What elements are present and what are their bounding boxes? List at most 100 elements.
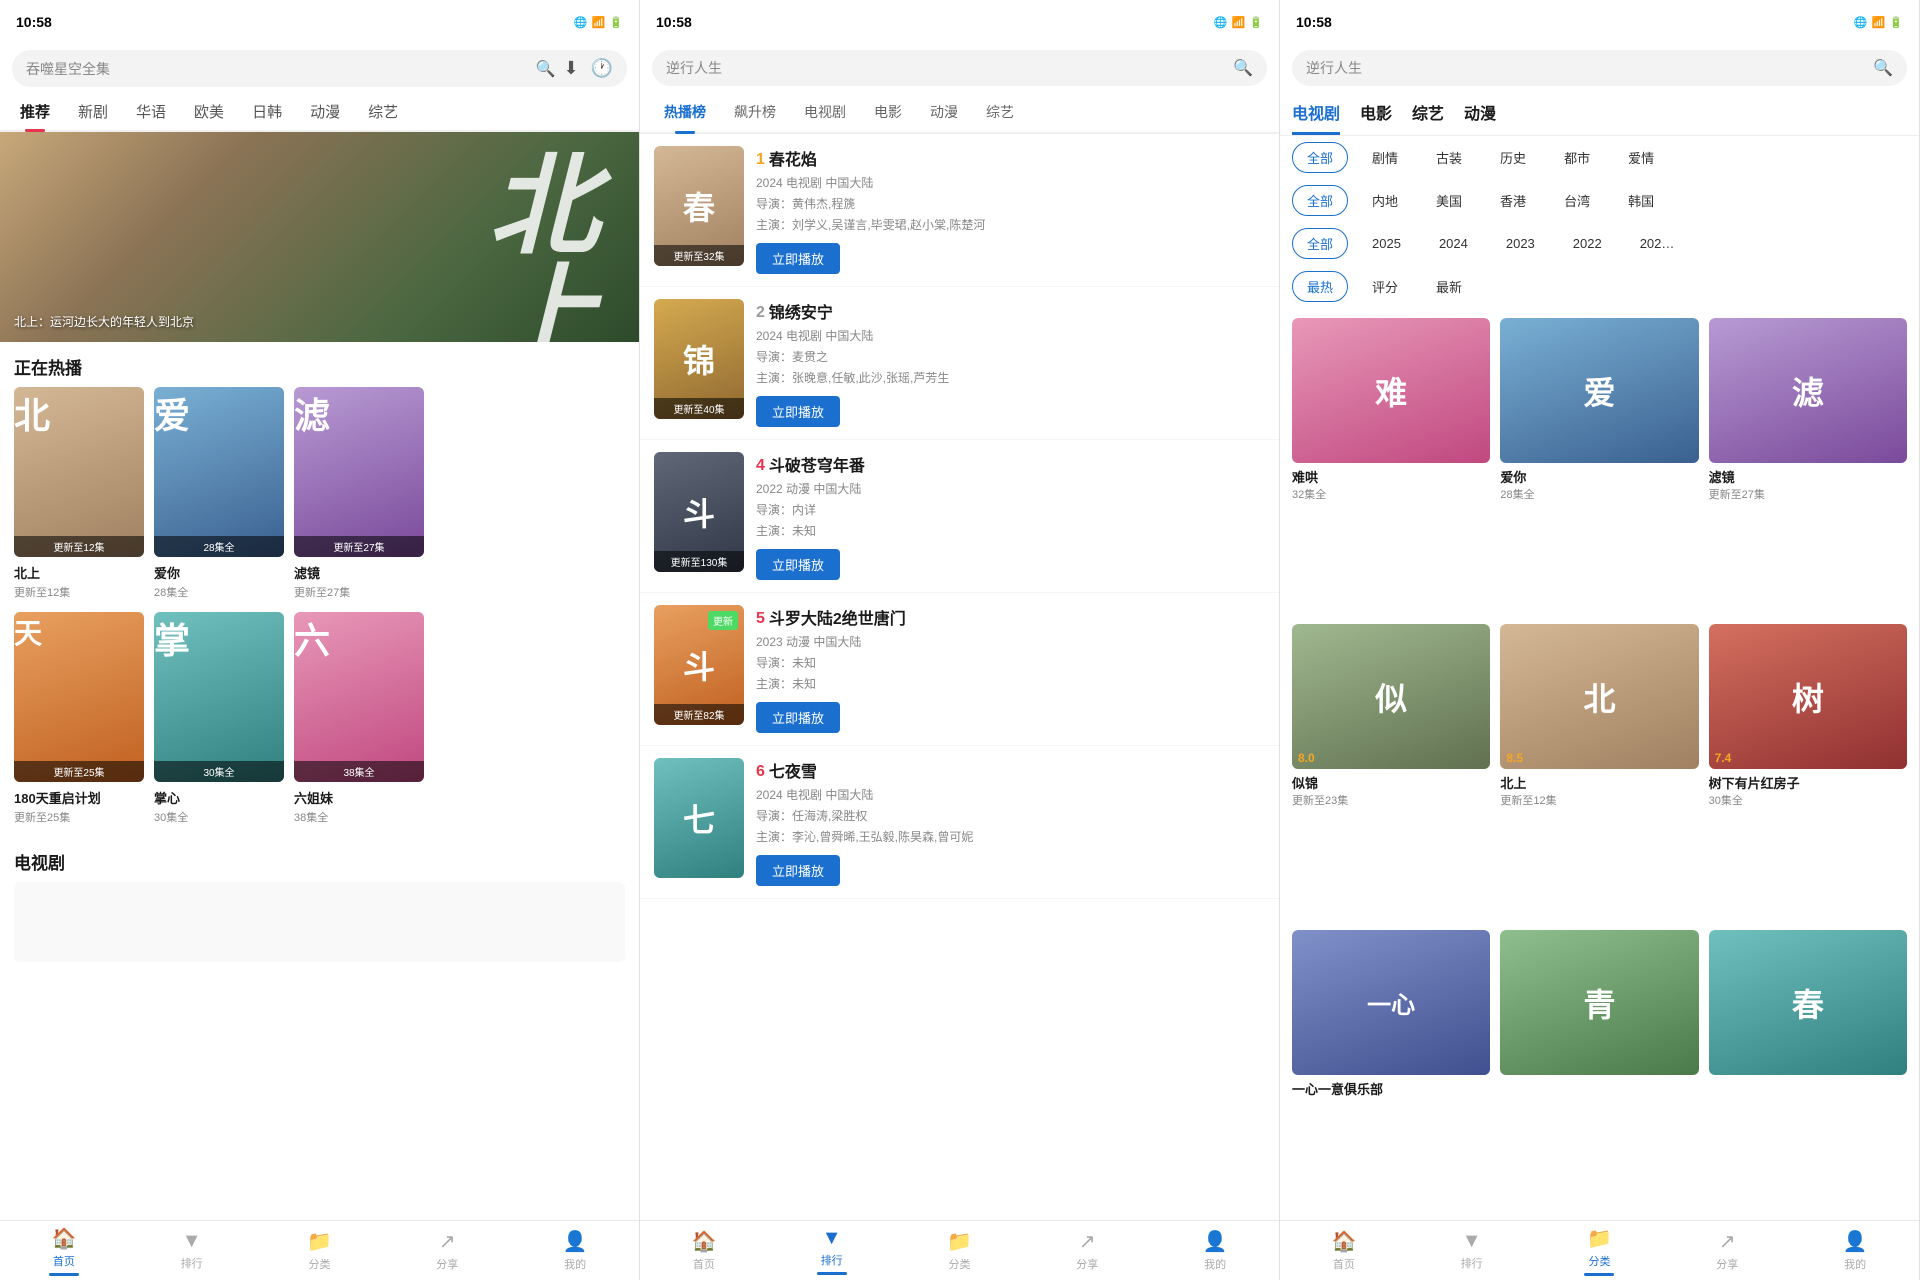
nav-home-2[interactable]: 🏠 首页	[640, 1229, 768, 1272]
cat-card-sijin[interactable]: 似 8.0 似锦 更新至23集	[1292, 624, 1490, 920]
rank-meta2-5: 导演：未知	[756, 654, 1265, 671]
filter-tag-lishi[interactable]: 历史	[1486, 143, 1540, 172]
nav-cat-2[interactable]: 📁 分类	[896, 1229, 1024, 1272]
play-btn-1[interactable]: 立即播放	[756, 243, 840, 274]
top-tab-variety[interactable]: 综艺	[1412, 100, 1444, 135]
tab-western[interactable]: 欧美	[182, 93, 236, 130]
rank-num-5: 5	[756, 610, 765, 628]
cat-card-tree[interactable]: 树 7.4 树下有片红房子 30集全	[1709, 624, 1907, 920]
filter-tag-pingfen[interactable]: 评分	[1358, 272, 1412, 301]
nav-home-1[interactable]: 🏠 首页	[0, 1226, 128, 1276]
rank-tab-rising[interactable]: 飙升榜	[720, 92, 790, 132]
filter-tag-quanbu-1[interactable]: 全部	[1292, 142, 1348, 173]
filter-tag-2021[interactable]: 202…	[1626, 231, 1689, 256]
play-btn-6[interactable]: 立即播放	[756, 855, 840, 886]
filter-tag-quanbu-2[interactable]: 全部	[1292, 185, 1348, 216]
show-card-liujm[interactable]: 六 38集全 六姐妹 38集全	[294, 612, 424, 825]
tab-new-drama[interactable]: 新剧	[66, 93, 120, 130]
show-sub-liujm: 38集全	[294, 809, 424, 825]
rank-tab-variety[interactable]: 综艺	[972, 92, 1028, 132]
rank-tab-tv[interactable]: 电视剧	[790, 92, 860, 132]
bottom-nav-3: 🏠 首页 ▼ 排行 📁 分类 ↗ 分享 👤 我的	[1280, 1220, 1919, 1280]
top-tab-anime[interactable]: 动漫	[1464, 100, 1496, 135]
cat-card-extra2[interactable]: 春	[1709, 930, 1907, 1210]
nav-home-3[interactable]: 🏠 首页	[1280, 1229, 1408, 1272]
search-icon-1[interactable]: 🔍	[536, 59, 556, 79]
rank-item-2[interactable]: 锦 更新至40集 2 锦绣安宁 2024 电视剧 中国大陆 导演：麦贯之 主演：…	[640, 287, 1279, 440]
search-icon-3[interactable]: 🔍	[1873, 58, 1893, 78]
nav-rank-1[interactable]: ▼ 排行	[128, 1230, 256, 1271]
filter-tag-neidi[interactable]: 内地	[1358, 186, 1412, 215]
rank-item-4[interactable]: 斗 更新至130集 4 斗破苍穹年番 2022 动漫 中国大陆 导演：内详 主演…	[640, 440, 1279, 593]
play-btn-4[interactable]: 立即播放	[756, 549, 840, 580]
show-card-lujing[interactable]: 滤 更新至27集 滤镜 更新至27集	[294, 387, 424, 600]
tab-recommend[interactable]: 推荐	[8, 93, 62, 130]
filter-tag-taiwan[interactable]: 台湾	[1550, 186, 1604, 215]
nav-rank-2[interactable]: ▼ 排行	[768, 1227, 896, 1275]
cat-card-lujing[interactable]: 滤 滤镜 更新至27集	[1709, 318, 1907, 614]
tab-japanese-korean[interactable]: 日韩	[240, 93, 294, 130]
filter-tag-meiguo[interactable]: 美国	[1422, 186, 1476, 215]
tab-variety[interactable]: 综艺	[356, 93, 410, 130]
new-badge-5: 更新	[708, 611, 738, 630]
cat-card-nanhou[interactable]: 难 难哄 32集全	[1292, 318, 1490, 614]
bottom-nav-2: 🏠 首页 ▼ 排行 📁 分类 ↗ 分享 👤 我的	[640, 1220, 1279, 1280]
play-btn-2[interactable]: 立即播放	[756, 396, 840, 427]
nav-share-1[interactable]: ↗ 分享	[383, 1229, 511, 1272]
top-tab-movie[interactable]: 电影	[1360, 100, 1392, 135]
show-title-zhangxin: 掌心	[154, 788, 284, 807]
nav-label-me-2: 我的	[1204, 1256, 1226, 1272]
show-card-aini[interactable]: 爱 28集全 爱你 28集全	[154, 387, 284, 600]
search-icon-2[interactable]: 🔍	[1233, 58, 1253, 78]
cat-card-yixin[interactable]: 一心 一心一意俱乐部	[1292, 930, 1490, 1210]
nav-cat-3[interactable]: 📁 分类	[1536, 1226, 1664, 1276]
rank-tab-anime[interactable]: 动漫	[916, 92, 972, 132]
play-btn-5[interactable]: 立即播放	[756, 702, 840, 733]
nav-cat-1[interactable]: 📁 分类	[256, 1229, 384, 1272]
hero-char: 北上	[489, 152, 599, 342]
filter-tag-2025[interactable]: 2025	[1358, 231, 1415, 256]
show-card-180[interactable]: 天 更新至25集 180天重启计划 更新至25集	[14, 612, 144, 825]
filter-tag-hanguo[interactable]: 韩国	[1614, 186, 1668, 215]
rank-item-1[interactable]: 春 更新至32集 1 春花焰 2024 电视剧 中国大陆 导演：黄伟杰,程篪 主…	[640, 134, 1279, 287]
filter-tag-juqing[interactable]: 剧情	[1358, 143, 1412, 172]
filter-tag-quanbu-3[interactable]: 全部	[1292, 228, 1348, 259]
filter-tag-aiqing[interactable]: 爱情	[1614, 143, 1668, 172]
show-card-beishang[interactable]: 北 更新至12集 北上 更新至12集	[14, 387, 144, 600]
filter-tag-2023[interactable]: 2023	[1492, 231, 1549, 256]
filter-tag-dushi[interactable]: 都市	[1550, 143, 1604, 172]
show-card-zhangxin[interactable]: 掌 30集全 掌心 30集全	[154, 612, 284, 825]
filter-tag-2024[interactable]: 2024	[1425, 231, 1482, 256]
show-title-aini: 爱你	[154, 563, 284, 582]
cat-card-aini[interactable]: 爱 爱你 28集全	[1500, 318, 1698, 614]
nav-me-2[interactable]: 👤 我的	[1151, 1229, 1279, 1272]
hero-banner[interactable]: 北上 北上：运河边长大的年轻人到北京	[0, 132, 639, 342]
tab-chinese[interactable]: 华语	[124, 93, 178, 130]
signal-icon-2: 📶	[1232, 16, 1246, 29]
cat-card-beishang[interactable]: 北 8.5 北上 更新至12集	[1500, 624, 1698, 920]
filter-tag-guzhuang[interactable]: 古装	[1422, 143, 1476, 172]
cat-card-extra1[interactable]: 青	[1500, 930, 1698, 1210]
tab-anime-1[interactable]: 动漫	[298, 93, 352, 130]
rank-item-6[interactable]: 七 6 七夜雪 2024 电视剧 中国大陆 导演：任海涛,梁胜权 主演：李沁,曾…	[640, 746, 1279, 899]
top-tab-tv[interactable]: 电视剧	[1292, 100, 1340, 135]
nav-share-2[interactable]: ↗ 分享	[1023, 1229, 1151, 1272]
filter-tag-2022[interactable]: 2022	[1559, 231, 1616, 256]
show-title-lujing: 滤镜	[294, 563, 424, 582]
rank-tab-hot[interactable]: 热播榜	[650, 92, 720, 132]
filter-tag-xianggang[interactable]: 香港	[1486, 186, 1540, 215]
nav-rank-3[interactable]: ▼ 排行	[1408, 1230, 1536, 1271]
rank-num-1: 1	[756, 151, 765, 169]
nav-me-1[interactable]: 👤 我的	[511, 1229, 639, 1272]
nav-me-3[interactable]: 👤 我的	[1791, 1229, 1919, 1272]
nav-label-home-3: 首页	[1333, 1256, 1355, 1272]
me-icon-3: 👤	[1843, 1229, 1868, 1254]
battery-icon-3: 🔋	[1889, 16, 1903, 29]
download-icon[interactable]: ⬇	[563, 58, 578, 79]
nav-share-3[interactable]: ↗ 分享	[1663, 1229, 1791, 1272]
filter-tag-zuixin[interactable]: 最新	[1422, 272, 1476, 301]
rank-item-5[interactable]: 斗 更新 更新至82集 5 斗罗大陆2绝世唐门 2023 动漫 中国大陆 导演：…	[640, 593, 1279, 746]
filter-tag-zuire[interactable]: 最热	[1292, 271, 1348, 302]
rank-tab-movie[interactable]: 电影	[860, 92, 916, 132]
history-icon[interactable]: 🕐	[591, 58, 613, 79]
